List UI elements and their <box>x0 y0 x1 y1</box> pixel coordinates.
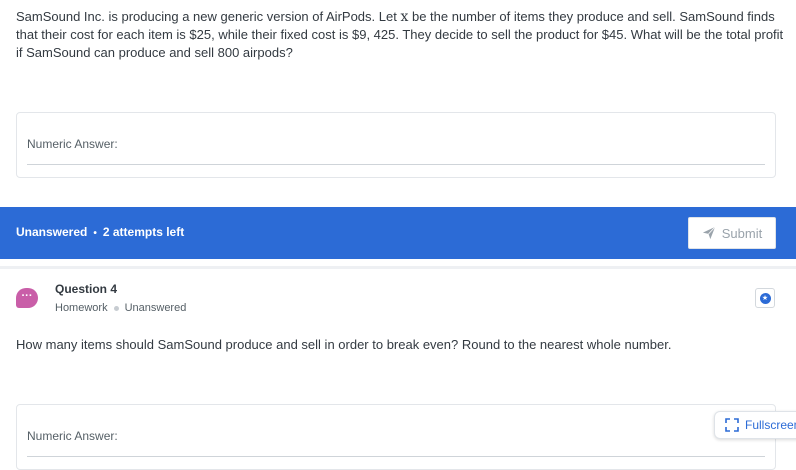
question-4-text: How many items should SamSound produce a… <box>16 337 672 352</box>
bookmark-button[interactable]: ★ <box>755 288 775 308</box>
question-4-category: Homework <box>55 302 108 314</box>
question-3-text: SamSound Inc. is producing a new generic… <box>16 8 784 62</box>
question-3-text-part1: SamSound Inc. is producing a new generic… <box>16 9 401 24</box>
status-label: Unanswered <box>16 225 88 239</box>
status-separator: • <box>93 228 97 239</box>
submit-button[interactable]: Submit <box>688 217 776 249</box>
numeric-answer-label: Numeric Answer: <box>27 137 118 151</box>
attempts-left: 2 attempts left <box>102 225 185 239</box>
question-4-answer-box[interactable]: Numeric Answer: <box>16 404 776 470</box>
send-icon <box>702 226 716 240</box>
numeric-answer-label: Numeric Answer: <box>27 429 118 443</box>
submit-label: Submit <box>721 225 763 241</box>
numeric-answer-input[interactable] <box>27 456 765 457</box>
answer-status-bar: Unanswered • 2 attempts left Submit <box>0 207 796 259</box>
meta-separator <box>113 305 119 311</box>
question-3-answer-box[interactable]: Numeric Answer: <box>16 112 776 178</box>
numeric-answer-input[interactable] <box>27 164 765 165</box>
fullscreen-icon <box>725 418 739 432</box>
question-4-title: Question 4 <box>55 282 118 296</box>
status-text: Unanswered • 2 attempts left <box>16 225 184 239</box>
fullscreen-label: Fullscreen <box>745 418 796 432</box>
star-icon: ★ <box>759 292 771 304</box>
question-4-avatar-icon: ··· <box>16 288 38 308</box>
question-divider <box>0 266 796 269</box>
question-4-meta: Homework Unanswered <box>55 302 186 314</box>
fullscreen-button[interactable]: Fullscreen <box>714 411 796 439</box>
question-4-status: Unanswered <box>124 302 187 314</box>
